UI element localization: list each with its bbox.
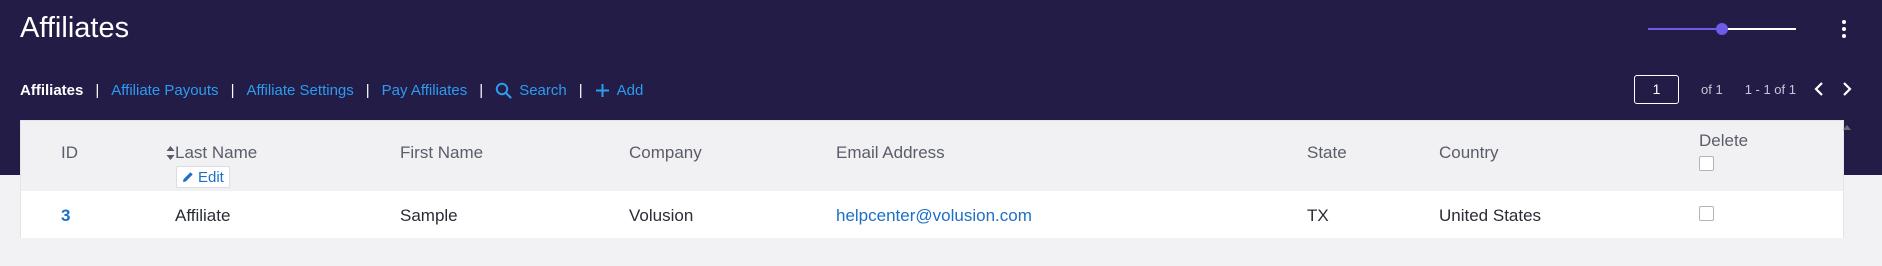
affiliates-table: ID Last Name Edit First Name Company Ema…: [20, 120, 1844, 238]
cell-state: TX: [1307, 206, 1329, 225]
chevron-right-icon: [1843, 82, 1852, 96]
record-range-text: 1 - 1 of 1: [1744, 81, 1796, 97]
select-all-delete-checkbox[interactable]: [1699, 156, 1714, 171]
table-row: 3 Affiliate Sample Volusion helpcenter@v…: [21, 191, 1843, 238]
add-label: Add: [616, 81, 644, 99]
column-header-state[interactable]: State: [1307, 143, 1347, 163]
cell-id-link[interactable]: 3: [61, 206, 70, 226]
slider-knob[interactable]: [1716, 23, 1728, 35]
cell-country: United States: [1439, 206, 1542, 225]
slider-track: [1722, 28, 1796, 30]
row-delete-checkbox[interactable]: [1699, 206, 1714, 221]
nav-affiliate-settings[interactable]: Affiliate Settings: [246, 82, 353, 99]
caret-up-icon: [1843, 124, 1851, 130]
sort-icon[interactable]: [166, 145, 175, 161]
chevron-left-icon: [1814, 82, 1823, 96]
cell-email-link[interactable]: helpcenter@volusion.com: [836, 206, 1032, 226]
kebab-dot: [1842, 27, 1846, 31]
cell-first-name: Sample: [400, 206, 458, 225]
more-menu-icon[interactable]: [1836, 18, 1852, 40]
cell-company: Volusion: [629, 206, 694, 225]
prev-page-button[interactable]: [1814, 82, 1824, 96]
column-header-company[interactable]: Company: [629, 143, 702, 163]
column-header-email[interactable]: Email Address: [836, 143, 945, 163]
nav-affiliates[interactable]: Affiliates: [20, 82, 83, 99]
slider-fill: [1648, 28, 1722, 30]
scrollbar-up-arrow[interactable]: [1840, 120, 1854, 134]
nav-separator: |: [95, 81, 100, 99]
page-title: Affiliates: [20, 12, 130, 44]
nav-separator: |: [578, 81, 583, 99]
next-page-button[interactable]: [1842, 82, 1852, 96]
cell-last-name: Affiliate: [175, 206, 231, 225]
nav-separator: |: [479, 81, 484, 99]
zoom-slider[interactable]: [1648, 18, 1796, 40]
pencil-icon: [183, 172, 193, 182]
column-header-country[interactable]: Country: [1439, 143, 1499, 163]
search-label: Search: [519, 81, 567, 99]
nav-separator: |: [230, 81, 235, 99]
nav-separator: |: [365, 81, 370, 99]
column-header-id[interactable]: ID: [61, 143, 78, 163]
nav-affiliate-payouts[interactable]: Affiliate Payouts: [111, 82, 218, 99]
kebab-dot: [1842, 20, 1846, 24]
search-icon: [495, 82, 512, 99]
plus-icon: [595, 83, 609, 97]
affiliates-subnav: Affiliates | Affiliate Payouts | Affilia…: [20, 80, 643, 100]
column-header-last-name[interactable]: Last Name: [175, 143, 257, 163]
table-header: ID Last Name Edit First Name Company Ema…: [21, 121, 1843, 191]
pagination: of 1 1 - 1 of 1: [1634, 74, 1852, 104]
add-link[interactable]: Add: [595, 81, 644, 99]
edit-column-button[interactable]: Edit: [176, 166, 230, 188]
page-count-text: of 1: [1701, 81, 1723, 97]
edit-label: Edit: [198, 168, 224, 186]
search-link[interactable]: Search: [495, 82, 567, 99]
column-header-first-name[interactable]: First Name: [400, 143, 483, 163]
page-number-input[interactable]: [1634, 74, 1679, 104]
column-header-delete: Delete: [1699, 131, 1749, 150]
kebab-dot: [1842, 34, 1846, 38]
nav-pay-affiliates[interactable]: Pay Affiliates: [382, 82, 468, 99]
